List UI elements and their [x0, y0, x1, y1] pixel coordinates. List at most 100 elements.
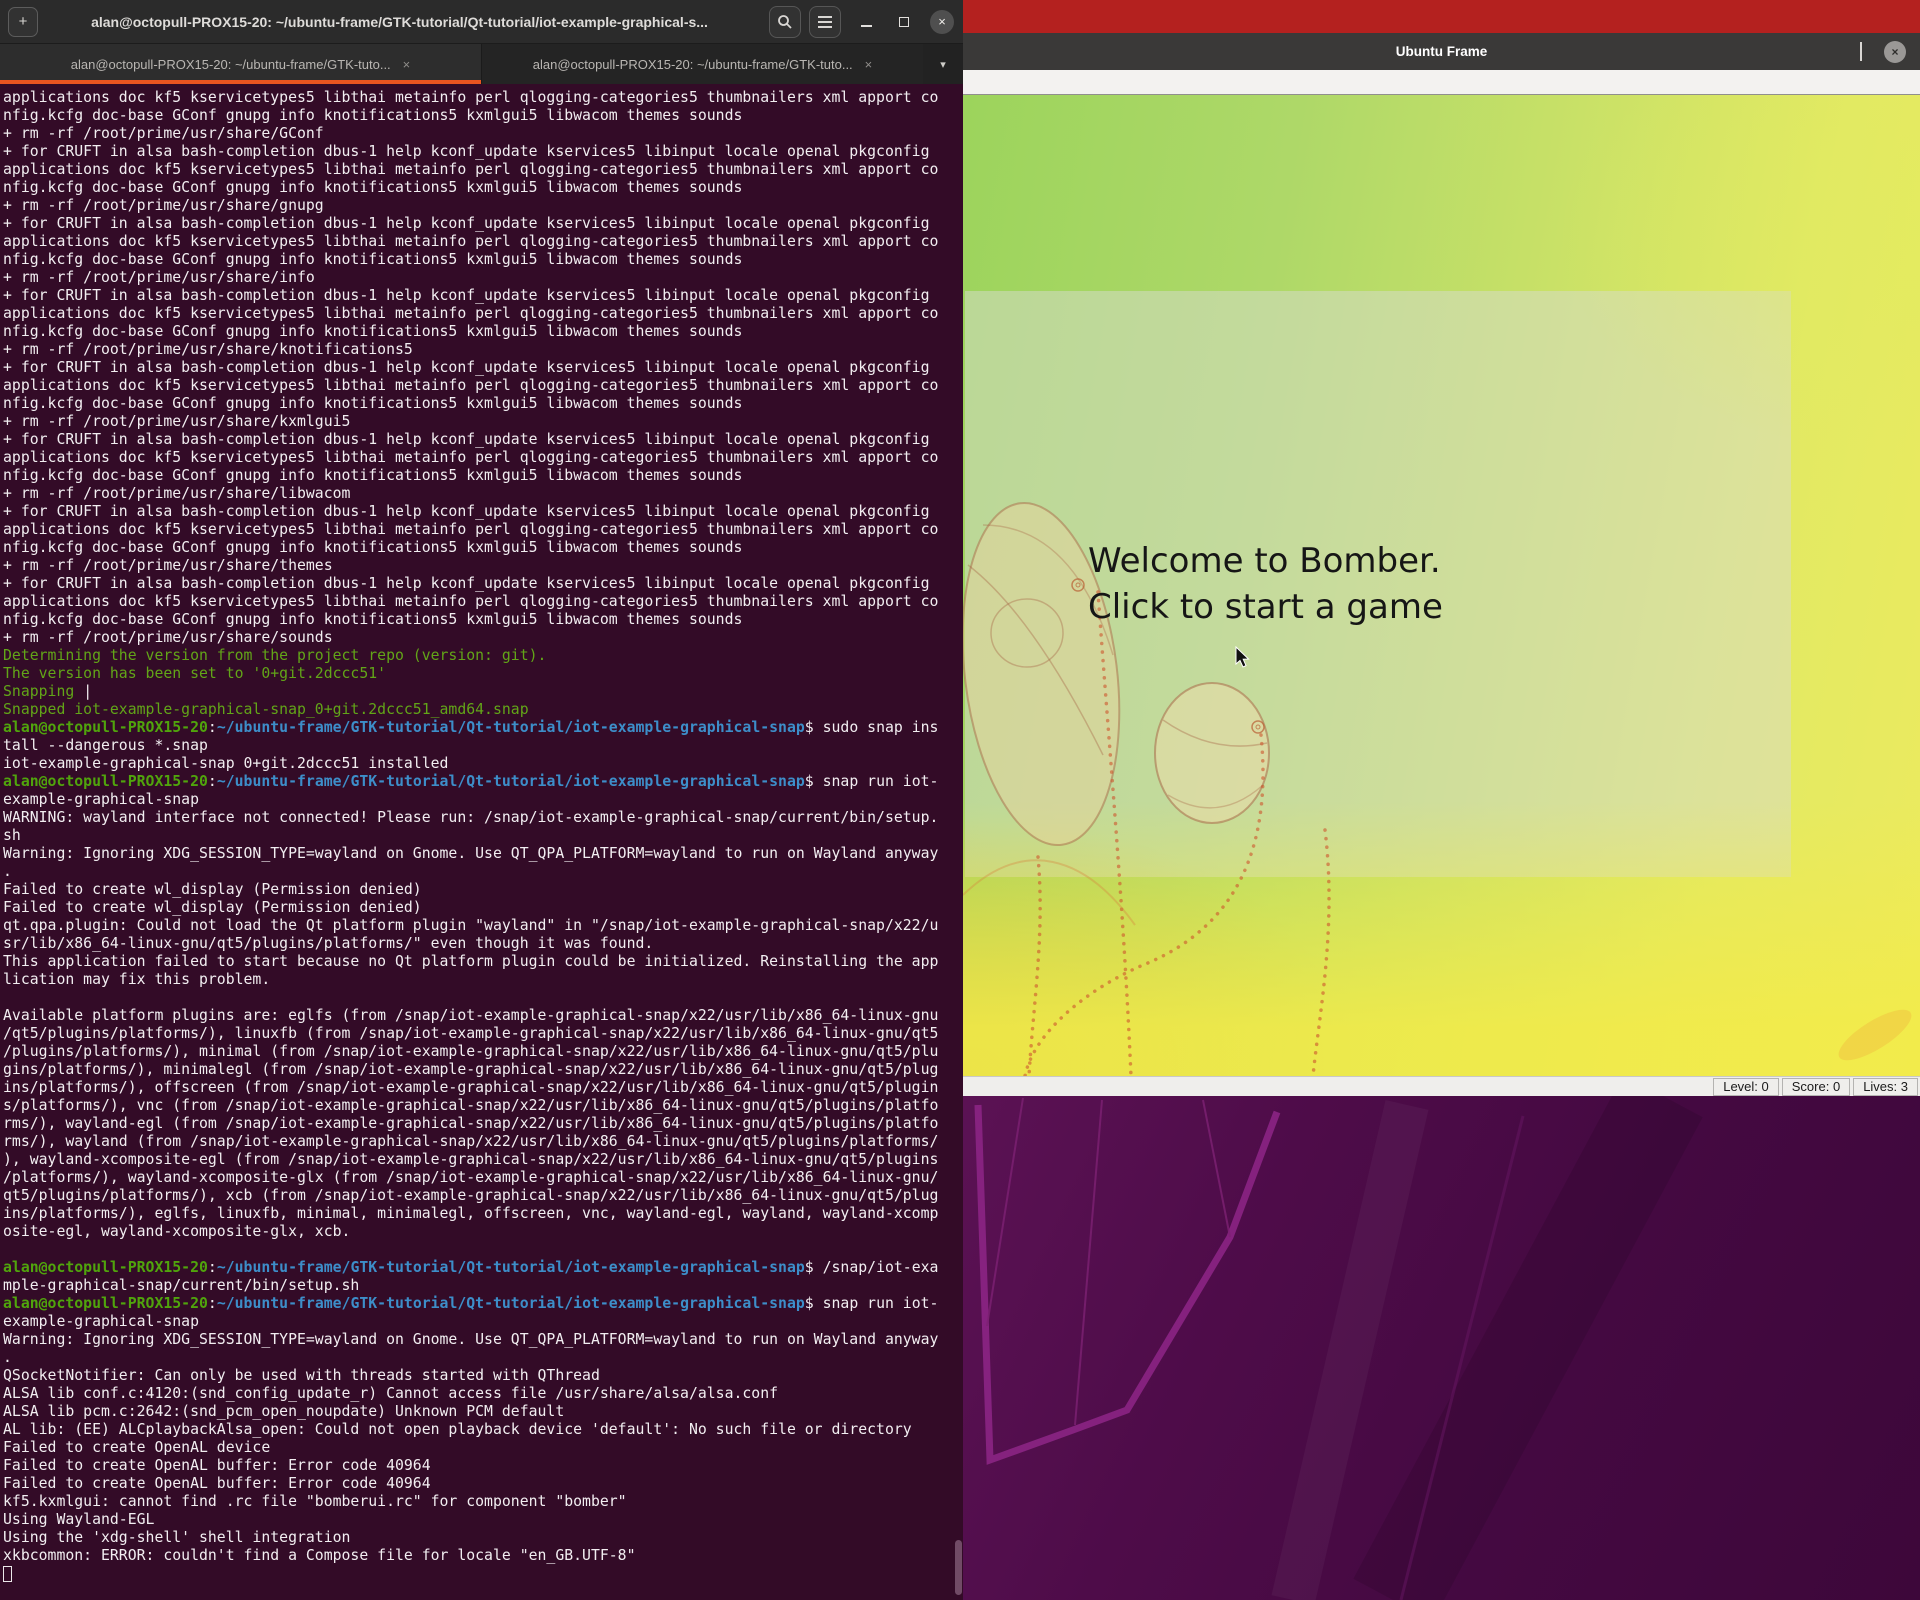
- tab-label: alan@octopull-PROX15-20: ~/ubuntu-frame/…: [533, 57, 853, 72]
- terminal-line: Failed to create OpenAL buffer: Error co…: [3, 1475, 963, 1493]
- wallpaper-pattern: [963, 1096, 1920, 1600]
- frame-maximize-button[interactable]: [1860, 43, 1862, 61]
- bomber-toolbar-strip: [963, 70, 1920, 95]
- terminal-line: alan@octopull-PROX15-20:~/ubuntu-frame/G…: [3, 1295, 963, 1313]
- terminal-cursor: [3, 1566, 12, 1582]
- terminal-line: .: [3, 863, 963, 881]
- terminal-line: gins/platforms/), minimalegl (from /snap…: [3, 1061, 963, 1079]
- terminal-line: applications doc kf5 kservicetypes5 libt…: [3, 233, 963, 251]
- frame-window-title: Ubuntu Frame: [963, 44, 1920, 59]
- status-score: Score: 0: [1782, 1078, 1850, 1096]
- terminal-line: This application failed to start because…: [3, 953, 963, 971]
- terminal-line: nfig.kcfg doc-base GConf gnupg info knot…: [3, 323, 963, 341]
- terminal-line: example-graphical-snap: [3, 1313, 963, 1331]
- terminal-line: alan@octopull-PROX15-20:~/ubuntu-frame/G…: [3, 1259, 963, 1277]
- terminal-line: + rm -rf /root/prime/usr/share/libwacom: [3, 485, 963, 503]
- new-tab-button[interactable]: +: [8, 7, 38, 37]
- desktop: + alan@octopull-PROX15-20: ~/ubuntu-fram…: [0, 0, 1920, 1600]
- terminal-output[interactable]: applications doc kf5 kservicetypes5 libt…: [0, 84, 963, 1600]
- terminal-tab-1[interactable]: alan@octopull-PROX15-20: ~/ubuntu-frame/…: [0, 44, 481, 84]
- terminal-line: ALSA lib conf.c:4120:(snd_config_update_…: [3, 1385, 963, 1403]
- terminal-line: applications doc kf5 kservicetypes5 libt…: [3, 161, 963, 179]
- terminal-line: /plugins/platforms/), minimal (from /sna…: [3, 1043, 963, 1061]
- terminal-line: ins/platforms/), eglfs, linuxfb, minimal…: [3, 1205, 963, 1223]
- terminal-line: rms/), wayland (from /snap/iot-example-g…: [3, 1133, 963, 1151]
- frame-close-button[interactable]: ×: [1884, 41, 1906, 63]
- terminal-line: qt.qpa.plugin: Could not load the Qt pla…: [3, 917, 963, 935]
- tab-label: alan@octopull-PROX15-20: ~/ubuntu-frame/…: [71, 57, 391, 72]
- terminal-line: Using Wayland-EGL: [3, 1511, 963, 1529]
- terminal-tab-2[interactable]: alan@octopull-PROX15-20: ~/ubuntu-frame/…: [481, 44, 923, 84]
- terminal-line: xkbcommon: ERROR: couldn't find a Compos…: [3, 1547, 963, 1565]
- terminal-line: Failed to create wl_display (Permission …: [3, 899, 963, 917]
- terminal-line: mple-graphical-snap/current/bin/setup.sh: [3, 1277, 963, 1295]
- terminal-minimize-button[interactable]: [853, 9, 879, 35]
- hamburger-icon: [818, 16, 832, 28]
- terminal-line: kf5.kxmlgui: cannot find .rc file "bombe…: [3, 1493, 963, 1511]
- terminal-line: Warning: Ignoring XDG_SESSION_TYPE=wayla…: [3, 845, 963, 863]
- terminal-line: nfig.kcfg doc-base GConf gnupg info knot…: [3, 539, 963, 557]
- terminal-line: + rm -rf /root/prime/usr/share/info: [3, 269, 963, 287]
- terminal-tabbar: alan@octopull-PROX15-20: ~/ubuntu-frame/…: [0, 44, 963, 84]
- terminal-line: /qt5/plugins/platforms/), linuxfb (from …: [3, 1025, 963, 1043]
- welcome-line-1: Welcome to Bomber.: [1088, 538, 1443, 584]
- terminal-line: ins/platforms/), offscreen (from /snap/i…: [3, 1079, 963, 1097]
- terminal-line: QSocketNotifier: Can only be used with t…: [3, 1367, 963, 1385]
- terminal-line: Determining the version from the project…: [3, 647, 963, 665]
- maximize-icon: [899, 17, 909, 27]
- terminal-line: Failed to create OpenAL device: [3, 1439, 963, 1457]
- terminal-line: rms/), wayland-egl (from /snap/iot-examp…: [3, 1115, 963, 1133]
- terminal-line: [3, 1241, 963, 1259]
- bomber-game-area[interactable]: Welcome to Bomber. Click to start a game: [963, 95, 1920, 1076]
- terminal-line: /platforms/), wayland-xcomposite-glx (fr…: [3, 1169, 963, 1187]
- terminal-line: + for CRUFT in alsa bash-completion dbus…: [3, 431, 963, 449]
- terminal-line: The version has been set to '0+git.2dccc…: [3, 665, 963, 683]
- terminal-line: + rm -rf /root/prime/usr/share/GConf: [3, 125, 963, 143]
- terminal-maximize-button[interactable]: [891, 9, 917, 35]
- terminal-line: ), wayland-xcomposite-egl (from /snap/io…: [3, 1151, 963, 1169]
- terminal-line: applications doc kf5 kservicetypes5 libt…: [3, 593, 963, 611]
- terminal-line: Warning: Ignoring XDG_SESSION_TYPE=wayla…: [3, 1331, 963, 1349]
- frame-wallpaper: [963, 1096, 1920, 1600]
- terminal-line: applications doc kf5 kservicetypes5 libt…: [3, 305, 963, 323]
- tab-close-icon[interactable]: ×: [403, 57, 411, 72]
- terminal-line: ALSA lib pcm.c:2642:(snd_pcm_open_noupda…: [3, 1403, 963, 1421]
- terminal-line: osite-egl, wayland-xcomposite-glx, xcb.: [3, 1223, 963, 1241]
- terminal-line: alan@octopull-PROX15-20:~/ubuntu-frame/G…: [3, 773, 963, 791]
- tab-close-icon[interactable]: ×: [865, 57, 873, 72]
- minimize-icon: [861, 25, 872, 27]
- terminal-line: + rm -rf /root/prime/usr/share/sounds: [3, 629, 963, 647]
- terminal-line: + for CRUFT in alsa bash-completion dbus…: [3, 287, 963, 305]
- terminal-line: nfig.kcfg doc-base GConf gnupg info knot…: [3, 611, 963, 629]
- terminal-line: qt5/plugins/platforms/), xcb (from /snap…: [3, 1187, 963, 1205]
- terminal-line: iot-example-graphical-snap 0+git.2dccc51…: [3, 755, 963, 773]
- frame-titlebar: Ubuntu Frame ×: [963, 33, 1920, 70]
- terminal-line: + for CRUFT in alsa bash-completion dbus…: [3, 359, 963, 377]
- search-button[interactable]: [769, 6, 801, 38]
- terminal-line: tall --dangerous *.snap: [3, 737, 963, 755]
- terminal-line: Available platform plugins are: eglfs (f…: [3, 1007, 963, 1025]
- terminal-line: + rm -rf /root/prime/usr/share/knotifica…: [3, 341, 963, 359]
- bomber-statusbar: Level: 0 Score: 0 Lives: 3: [963, 1076, 1920, 1096]
- terminal-window-title: alan@octopull-PROX15-20: ~/ubuntu-frame/…: [38, 14, 761, 30]
- terminal-line: applications doc kf5 kservicetypes5 libt…: [3, 521, 963, 539]
- terminal-line: Using the 'xdg-shell' shell integration: [3, 1529, 963, 1547]
- terminal-line: Failed to create OpenAL buffer: Error co…: [3, 1457, 963, 1475]
- tab-overflow-button[interactable]: ▾: [923, 44, 963, 84]
- terminal-line: nfig.kcfg doc-base GConf gnupg info knot…: [3, 251, 963, 269]
- terminal-line: + rm -rf /root/prime/usr/share/kxmlgui5: [3, 413, 963, 431]
- menu-button[interactable]: [809, 6, 841, 38]
- terminal-line: + for CRUFT in alsa bash-completion dbus…: [3, 575, 963, 593]
- terminal-line: + rm -rf /root/prime/usr/share/gnupg: [3, 197, 963, 215]
- terminal-line: Snapped iot-example-graphical-snap_0+git…: [3, 701, 963, 719]
- status-level: Level: 0: [1713, 1078, 1779, 1096]
- mouse-cursor: [1234, 646, 1252, 670]
- terminal-line: WARNING: wayland interface not connected…: [3, 809, 963, 827]
- terminal-line: Snapping |: [3, 683, 963, 701]
- terminal-line: applications doc kf5 kservicetypes5 libt…: [3, 89, 963, 107]
- terminal-line: alan@octopull-PROX15-20:~/ubuntu-frame/G…: [3, 719, 963, 737]
- terminal-close-button[interactable]: ×: [929, 9, 955, 35]
- status-lives: Lives: 3: [1853, 1078, 1918, 1096]
- terminal-line: sr/lib/x86_64-linux-gnu/qt5/plugins/plat…: [3, 935, 963, 953]
- terminal-scrollbar-thumb[interactable]: [955, 1540, 962, 1595]
